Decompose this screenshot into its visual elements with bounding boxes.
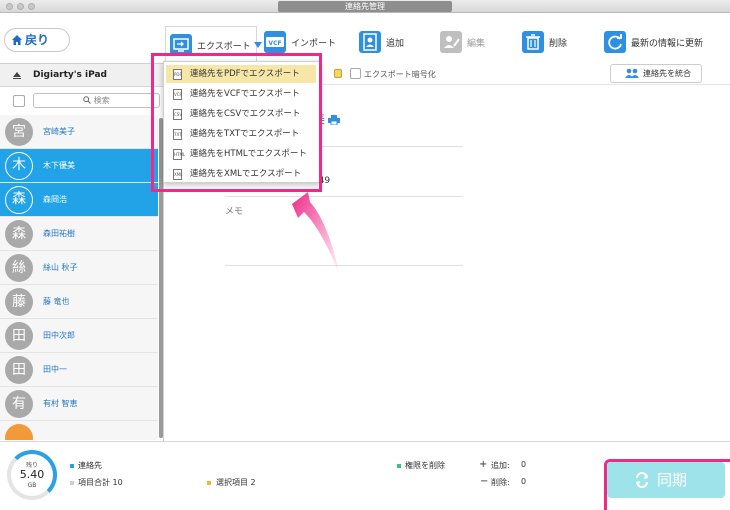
avatar: 藤: [5, 288, 33, 316]
contact-name-label: 有村 智恵: [43, 399, 78, 408]
contact-name-label: 木下優美: [43, 161, 75, 170]
contact-name-label: 田中次郎: [43, 331, 75, 340]
contact-row[interactable]: [0, 421, 158, 440]
edit-label: 編集: [467, 38, 486, 49]
contact-name-label: 森岡浩: [43, 195, 67, 204]
status-bar: 残り 5.40 GB 連絡先 項目合計 10 選択項目 2 権限を削除 + 追加…: [0, 441, 730, 510]
back-button[interactable]: 戻り: [4, 28, 70, 52]
svg-text:VCF: VCF: [268, 40, 281, 47]
minimize-window-button[interactable]: [17, 3, 24, 10]
refresh-icon: [604, 31, 626, 53]
contact-name-label: 藤 竜也: [43, 297, 70, 306]
print-icon[interactable]: [328, 115, 340, 125]
encrypt-export-label: エクスポート暗号化: [364, 70, 436, 79]
close-window-button[interactable]: [6, 3, 13, 10]
window-title: 連絡先管理: [278, 1, 452, 12]
avatar: 田: [5, 356, 33, 384]
add-label: 追加: [386, 38, 405, 49]
back-label: 戻り: [25, 33, 50, 47]
delete-label: 削除: [549, 38, 568, 49]
contact-row[interactable]: 有 有村 智恵: [0, 387, 158, 421]
zoom-window-button[interactable]: [28, 3, 35, 10]
contact-row[interactable]: 宮 宮崎美子: [0, 115, 158, 149]
toolbar: 戻り エクスポート VCF インポート 追加 編集 削除 最新の情報に更新: [0, 13, 730, 63]
window-titlebar: 連絡先管理: [0, 0, 730, 13]
edit-contact-icon: [440, 31, 462, 53]
avatar: 絲: [5, 254, 33, 282]
legend-selected: 選択項目 2: [216, 478, 256, 487]
contact-row[interactable]: 田 田中次郎: [0, 319, 158, 353]
select-all-checkbox[interactable]: [13, 95, 25, 107]
selected-legend-dot: [207, 481, 211, 485]
search-placeholder: 検索: [93, 96, 110, 105]
minus-icon: −: [480, 476, 489, 487]
avatar: 森: [5, 220, 33, 248]
refresh-button[interactable]: 最新の情報に更新: [604, 28, 703, 56]
contact-row[interactable]: 絲 絲山 秋子: [0, 251, 158, 285]
contact-name-label: 田中一: [43, 365, 67, 374]
contact-row[interactable]: 木 木下優美: [0, 149, 158, 183]
remove-count-value: 0: [521, 477, 527, 486]
contact-row[interactable]: 森 森田祐樹: [0, 217, 158, 251]
avatar: 田: [5, 322, 33, 350]
contact-name-label: 宮崎美子: [43, 127, 75, 136]
legend-total: 項目合計 10: [78, 478, 123, 487]
contact-name-label: 森田祐樹: [43, 229, 75, 238]
add-contact-icon: [359, 31, 381, 53]
device-header[interactable]: Digiarty's iPad: [0, 63, 163, 87]
storage-unit: GB: [27, 482, 37, 489]
storage-size: 5.40: [19, 468, 45, 481]
search-icon: [83, 96, 92, 104]
merge-contacts-button[interactable]: 連絡先を統合: [610, 64, 702, 83]
add-button[interactable]: 追加: [359, 28, 404, 56]
storage-gauge: 残り 5.40 GB: [7, 450, 57, 500]
add-count-value: 0: [521, 460, 527, 469]
chevron-down-icon: [253, 42, 262, 48]
contact-row[interactable]: 田 田中一: [0, 353, 158, 387]
add-count-label: 追加:: [491, 461, 510, 470]
legend-delete-permission: 権限を削除: [405, 461, 445, 470]
import-button[interactable]: VCF インポート: [264, 28, 336, 56]
avatar: 森: [5, 186, 33, 214]
search-row: 検索: [0, 88, 163, 115]
avatar: 宮: [5, 118, 33, 146]
delete-button[interactable]: 削除: [522, 28, 567, 56]
highlight-annotation-box: [151, 53, 322, 192]
contact-name-label: 絲山 秋子: [43, 263, 78, 272]
avatar: 有: [5, 390, 33, 418]
import-label: インポート: [291, 38, 337, 49]
refresh-label: 最新の情報に更新: [631, 38, 704, 49]
total-legend-dot: [70, 481, 74, 485]
search-input[interactable]: 検索: [33, 93, 160, 108]
trash-icon: [522, 31, 544, 53]
legend-contacts: 連絡先: [78, 461, 102, 470]
annotation-arrow-icon: [292, 192, 340, 276]
device-name: Digiarty's iPad: [33, 70, 107, 80]
contact-row[interactable]: 森 森岡浩: [0, 183, 158, 217]
contact-list: 宮宮崎美子木木下優美森森岡浩森森田祐樹絲絲山 秋子藤藤 竜也田田中次郎田田中一有…: [0, 115, 163, 440]
merge-contacts-icon: [625, 68, 639, 78]
eject-icon[interactable]: [13, 72, 21, 79]
delete-perm-legend-dot: [397, 464, 401, 468]
edit-button[interactable]: 編集: [440, 28, 485, 56]
vcf-import-icon: VCF: [264, 31, 286, 53]
memo-label: メモ: [225, 207, 244, 217]
plus-icon: +: [479, 459, 488, 470]
contact-row[interactable]: 藤 藤 竜也: [0, 285, 158, 319]
avatar: 木: [5, 152, 33, 180]
export-label: エクスポート: [197, 41, 251, 52]
contacts-legend-dot: [70, 464, 74, 468]
avatar: [5, 424, 33, 440]
home-icon: [12, 35, 22, 45]
encrypt-export-checkbox[interactable]: [350, 68, 361, 79]
highlight-annotation-box: [604, 459, 730, 510]
lock-icon: [334, 69, 342, 78]
remove-count-label: 削除:: [491, 478, 510, 487]
merge-contacts-label: 連絡先を統合: [643, 69, 691, 78]
